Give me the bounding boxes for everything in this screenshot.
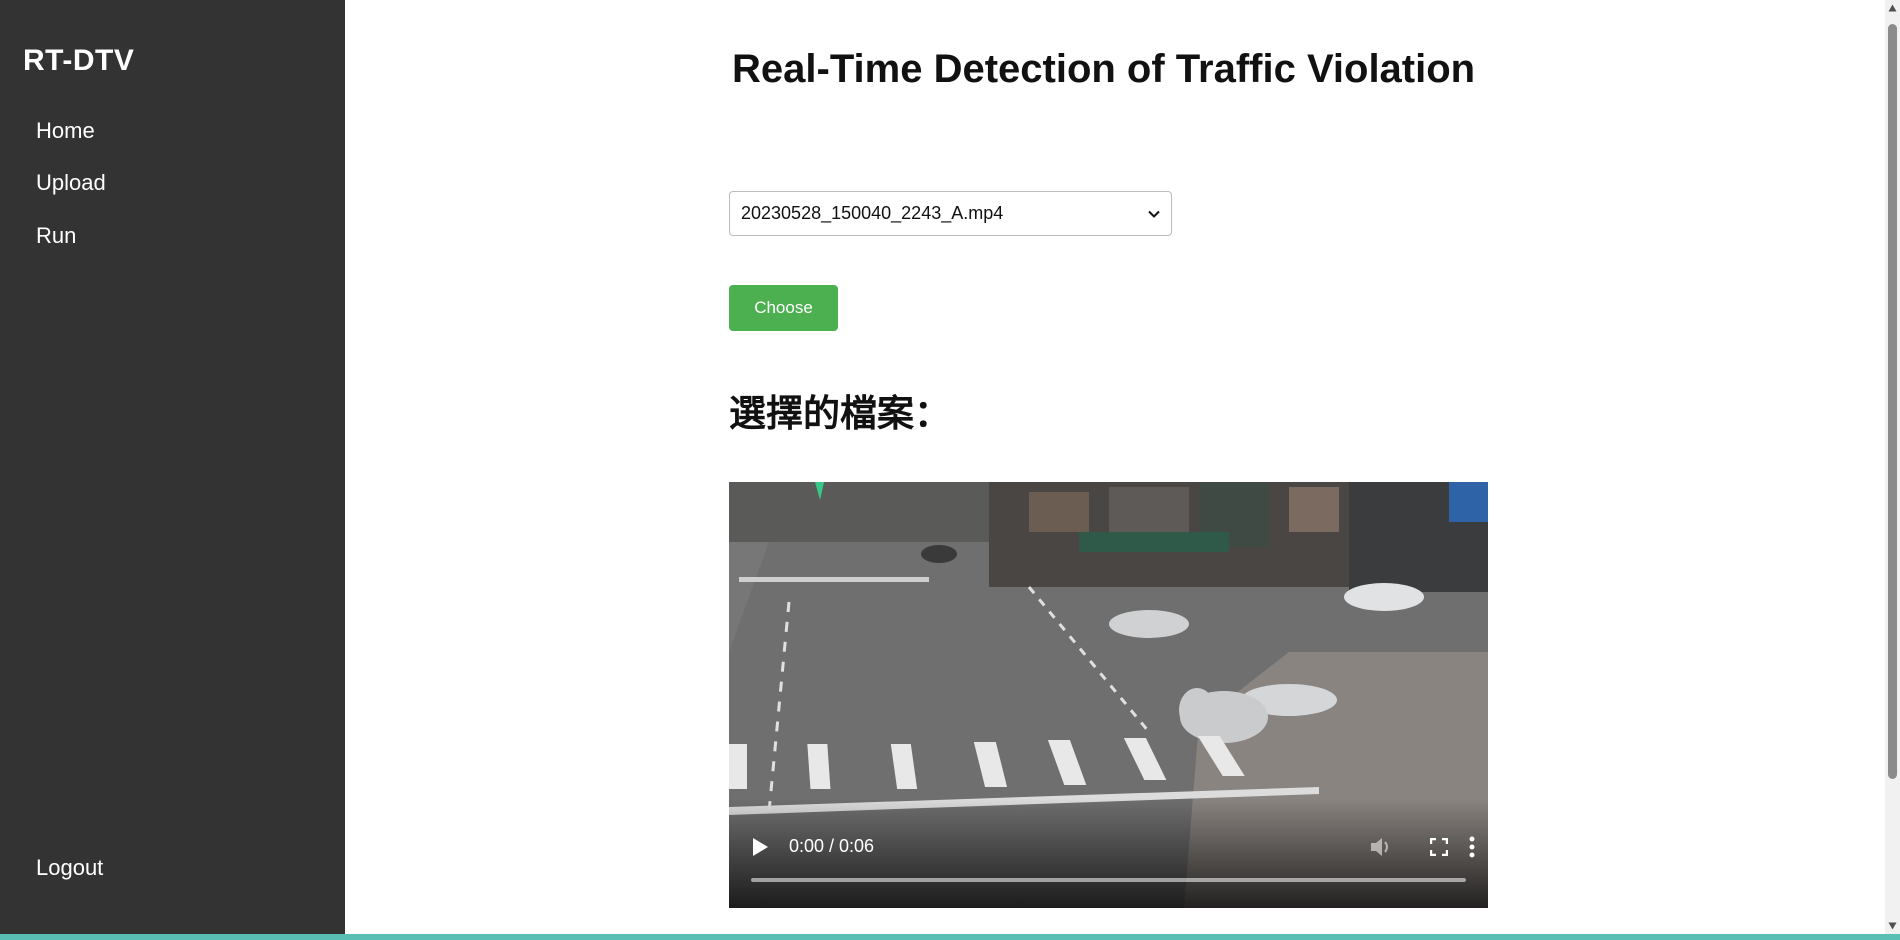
bottom-accent-strip	[0, 934, 1900, 940]
page-title: Real-Time Detection of Traffic Violation	[732, 47, 1476, 91]
main-content: Real-Time Detection of Traffic Violation…	[345, 0, 1885, 934]
page-scrollbar[interactable]	[1885, 0, 1900, 934]
scroll-up-icon[interactable]	[1888, 4, 1897, 12]
video-player[interactable]: 0:00 / 0:06	[729, 482, 1488, 908]
volume-icon[interactable]	[1369, 836, 1393, 858]
video-progress-bar[interactable]	[751, 878, 1466, 882]
fullscreen-icon[interactable]	[1430, 838, 1448, 856]
choose-button[interactable]: Choose	[729, 285, 838, 331]
sidebar-item-run[interactable]: Run	[36, 223, 76, 249]
scroll-down-icon[interactable]	[1888, 922, 1897, 930]
file-select-value: 20230528_150040_2243_A.mp4	[741, 203, 1004, 223]
scroll-thumb[interactable]	[1888, 24, 1897, 779]
brand-logo: RT-DTV	[23, 44, 135, 77]
sidebar: RT-DTV Home Upload Run Logout	[0, 0, 345, 934]
file-select-dropdown[interactable]: 20230528_150040_2243_A.mp4	[729, 191, 1172, 236]
more-vert-icon[interactable]	[1468, 836, 1476, 858]
play-icon[interactable]	[751, 837, 769, 857]
chevron-down-icon	[1148, 210, 1160, 218]
time-display: 0:00 / 0:06	[789, 836, 875, 856]
logout-link[interactable]: Logout	[36, 855, 103, 881]
sidebar-item-upload[interactable]: Upload	[36, 170, 106, 196]
selected-file-heading: 選擇的檔案：	[729, 392, 951, 435]
sidebar-item-home[interactable]: Home	[36, 118, 95, 144]
